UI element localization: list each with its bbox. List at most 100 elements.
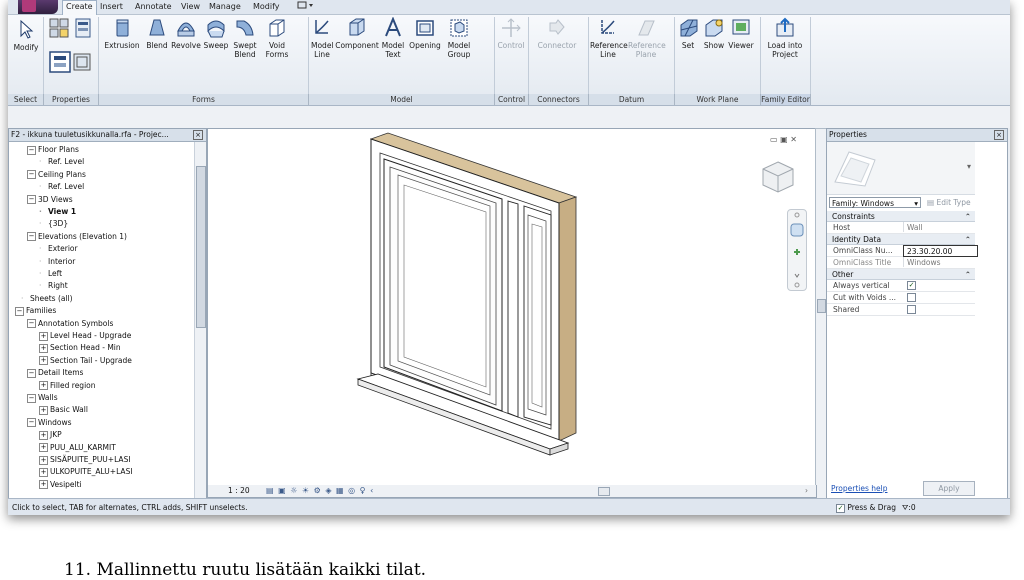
collapse-icon[interactable]: − — [27, 319, 36, 329]
collapse-icon[interactable]: − — [27, 393, 36, 403]
browser-tree-item[interactable]: + PUU_ALU_KARMIT — [39, 442, 116, 454]
reference-plane-button[interactable]: Reference Plane — [628, 17, 666, 59]
model-line-button[interactable]: Model Line — [311, 17, 334, 59]
browser-tree-item[interactable]: − Families — [15, 305, 56, 317]
browser-tree-item[interactable]: · Ref. Level — [39, 181, 84, 193]
family-filter-select[interactable]: Family: Windows ▾ — [829, 197, 921, 208]
browser-tree-item[interactable]: + JKP — [39, 429, 62, 441]
family-types-button[interactable] — [72, 17, 94, 41]
collapse-icon[interactable]: − — [27, 145, 36, 155]
collapse-icon[interactable]: − — [27, 170, 36, 180]
opening-button[interactable]: Opening — [408, 17, 442, 50]
group-constraints[interactable]: Constraints ⌃ — [827, 211, 975, 222]
collapse-icon[interactable]: − — [15, 306, 24, 316]
set-work-plane-button[interactable]: Set — [678, 17, 698, 50]
view-control-icons[interactable]: ▤ ▣ ☼ ☀ ⚙ ◈ ▦ ◎ ♀ ‹ — [266, 485, 374, 497]
expand-icon[interactable]: + — [39, 405, 48, 415]
swept-blend-button[interactable]: Swept Blend — [231, 17, 259, 59]
close-icon[interactable]: × — [193, 130, 203, 140]
type-properties-button[interactable] — [48, 50, 94, 76]
browser-tree-item[interactable]: + SISÄPUITE_PUU+LASI — [39, 454, 131, 466]
expand-icon[interactable]: + — [39, 480, 48, 490]
navigation-bar[interactable] — [787, 209, 807, 291]
control-button[interactable]: Control — [496, 17, 526, 50]
collapse-icon[interactable]: − — [27, 195, 36, 205]
group-identity-data[interactable]: Identity Data ⌃ — [827, 234, 975, 245]
browser-tree-item[interactable]: −3D Views — [27, 194, 73, 206]
tab-dropdown[interactable] — [294, 1, 318, 13]
group-other[interactable]: Other ⌃ — [827, 269, 975, 280]
application-button[interactable] — [18, 0, 58, 14]
sweep-button[interactable]: Sweep — [202, 17, 230, 50]
component-button[interactable]: Component — [335, 17, 379, 50]
browser-tree-item[interactable]: − Ceiling Plans — [27, 169, 86, 181]
browser-tree-item[interactable]: · Exterior — [39, 243, 78, 255]
cut-with-voids-checkbox[interactable] — [907, 293, 916, 302]
type-selector-dropdown-icon[interactable]: ▾ — [967, 162, 971, 171]
shared-checkbox[interactable] — [907, 305, 916, 314]
tab-insert[interactable]: Insert — [97, 1, 126, 13]
browser-tree-item[interactable]: + Basic Wall — [39, 404, 88, 416]
prop-omniclass-number-input[interactable]: 23.30.20.00 — [903, 245, 978, 257]
tab-manage[interactable]: Manage — [206, 1, 244, 13]
expand-icon[interactable]: + — [39, 467, 48, 477]
tab-view[interactable]: View — [178, 1, 203, 13]
browser-tree-item[interactable]: + Section Tail - Upgrade — [39, 355, 132, 367]
press-drag-checkbox[interactable]: ✓ — [836, 503, 845, 513]
horizontal-scroll-thumb[interactable] — [598, 487, 610, 496]
show-work-plane-button[interactable]: Show — [702, 17, 726, 50]
collapse-icon[interactable]: − — [27, 368, 36, 378]
always-vertical-checkbox[interactable]: ✓ — [907, 281, 916, 290]
browser-tree-item[interactable]: · {3D} — [39, 218, 68, 230]
expand-icon[interactable]: + — [39, 356, 48, 366]
model-text-button[interactable]: Model Text — [381, 17, 405, 59]
properties-help-link[interactable]: Properties help — [831, 484, 888, 493]
browser-tree-item[interactable]: − Elevations (Elevation 1) — [27, 231, 127, 243]
family-category-button[interactable] — [48, 17, 70, 41]
expand-icon[interactable]: + — [39, 455, 48, 465]
collapse-icon[interactable]: − — [27, 418, 36, 428]
scroll-right-icon[interactable]: › — [805, 485, 808, 497]
expand-icon[interactable]: + — [39, 331, 48, 341]
blend-button[interactable]: Blend — [144, 17, 170, 50]
reference-line-button[interactable]: Reference Line — [590, 17, 628, 59]
modify-button[interactable]: Modify — [10, 19, 42, 52]
viewer-button[interactable]: Viewer — [728, 17, 754, 50]
apply-button[interactable]: Apply — [923, 481, 975, 496]
browser-tree-item[interactable]: · Ref. Level — [39, 156, 84, 168]
expand-icon[interactable]: + — [39, 443, 48, 453]
expand-icon[interactable]: + — [39, 343, 48, 353]
browser-tree-item[interactable]: − Walls — [27, 392, 58, 404]
view-scale[interactable]: 1 : 20 — [228, 485, 250, 497]
tab-annotate[interactable]: Annotate — [132, 1, 175, 13]
load-into-project-button[interactable]: Load into Project — [764, 17, 806, 59]
browser-tree-item[interactable]: − Detail Items — [27, 367, 83, 379]
extrusion-button[interactable]: Extrusion — [102, 17, 142, 50]
browser-tree-item[interactable]: · Interior — [39, 256, 75, 268]
browser-tree-item[interactable]: · View 1 — [39, 206, 76, 218]
drawing-canvas[interactable]: ▭ ▣ ✕ — [207, 128, 817, 487]
browser-tree-item[interactable]: + Level Head - Upgrade — [39, 330, 131, 342]
browser-tree-item[interactable]: − Windows — [27, 417, 71, 429]
browser-tree-item[interactable]: + Vesipelti — [39, 479, 82, 491]
canvas-scroll-thumb[interactable] — [817, 299, 826, 313]
steering-wheel-icon[interactable] — [788, 210, 806, 290]
expand-icon[interactable]: + — [39, 430, 48, 440]
browser-tree-item[interactable]: · Sheets (all) — [21, 293, 73, 305]
collapse-icon[interactable]: − — [27, 232, 36, 242]
browser-scroll-thumb[interactable] — [196, 166, 206, 328]
edit-type-button[interactable]: ▤ Edit Type — [927, 197, 971, 208]
press-drag-toggle[interactable]: ✓ Press & Drag — [836, 499, 896, 515]
browser-tree-item[interactable]: · Left — [39, 268, 62, 280]
model-group-button[interactable]: Model Group — [444, 17, 474, 59]
close-icon[interactable]: × — [994, 130, 1004, 140]
browser-tree-item[interactable]: + Section Head - Min — [39, 342, 121, 354]
browser-tree-item[interactable]: + ULKOPUITE_ALU+LASI — [39, 466, 133, 478]
filter-indicator[interactable]: ⛛:0 — [902, 499, 916, 515]
void-forms-button[interactable]: Void Forms — [262, 17, 292, 59]
connector-button[interactable]: Connector — [532, 17, 582, 50]
view-window-controls[interactable]: ▭ ▣ ✕ — [770, 135, 810, 145]
expand-icon[interactable]: + — [39, 381, 48, 391]
browser-tree-item[interactable]: + Filled region — [39, 380, 96, 392]
tab-create[interactable]: Create — [62, 0, 97, 15]
